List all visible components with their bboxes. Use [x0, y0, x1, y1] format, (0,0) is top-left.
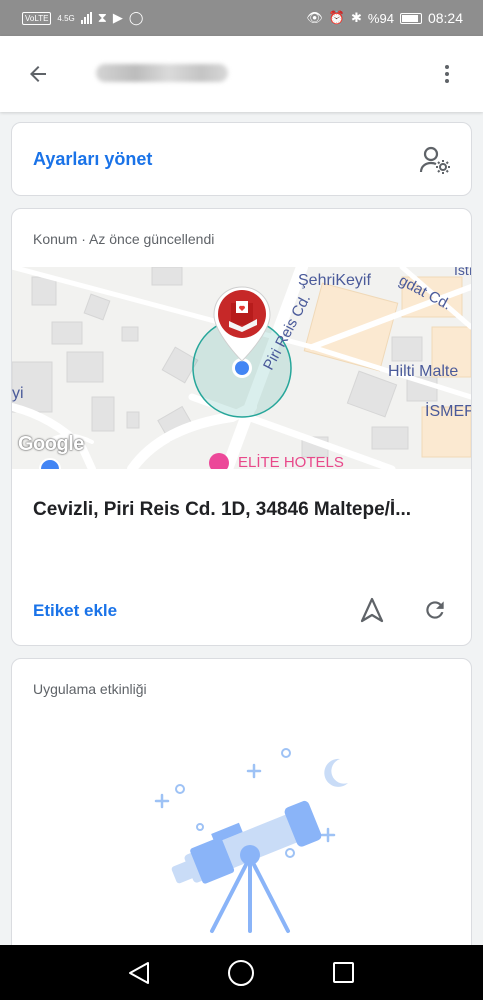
manage-settings-card[interactable]: Ayarları yönet [11, 122, 472, 196]
navigate-button[interactable] [357, 595, 387, 625]
refresh-icon [426, 601, 444, 619]
sync-icon: ◯ [128, 10, 144, 25]
network-type: 4.5G [57, 13, 75, 23]
map-label-ismef: İSMEF [425, 403, 471, 420]
map-label-ist: İstı [454, 267, 471, 278]
location-card: Konum · Az önce güncellendi ŞehriKeyif g… [11, 208, 472, 646]
eye-icon: 👁 [306, 10, 323, 25]
location-header: Konum · Az önce güncellendi [33, 231, 215, 247]
telescope-illustration [154, 748, 348, 933]
alarm-icon: ⏰ [328, 10, 346, 25]
system-nav-bar [0, 945, 483, 1000]
refresh-button[interactable] [420, 595, 450, 625]
map-label-yi: yi [12, 385, 24, 402]
contact-name-redacted [96, 64, 228, 82]
google-logo: Google [18, 433, 84, 455]
signal-icon [80, 12, 92, 24]
battery-icon [399, 12, 422, 24]
arrow-left-icon [30, 66, 46, 82]
activity-header: Uygulama etkinliği [33, 681, 147, 697]
map-label-sehrikeyif: ŞehriKeyif [298, 272, 371, 289]
back-button[interactable] [18, 54, 58, 94]
more-vert-icon [445, 65, 449, 83]
play-icon: ▶ [112, 10, 123, 25]
volte-indicator: VoLTE [22, 11, 52, 25]
clock: 08:24 [427, 10, 463, 26]
nav-home-icon[interactable] [228, 960, 254, 986]
location-pin-icon[interactable] [211, 285, 273, 363]
more-options-button[interactable] [427, 54, 467, 94]
battery-percent: %94 [367, 10, 394, 26]
app-bar [0, 36, 483, 112]
add-label-button[interactable]: Etiket ekle [33, 601, 117, 621]
location-map[interactable]: ŞehriKeyif gdat Cd. İstı Hilti Malte İSM… [12, 267, 471, 469]
manage-accounts-icon[interactable] [419, 145, 451, 175]
nav-back-icon[interactable] [126, 960, 152, 986]
map-label-hilti: Hilti Malte [388, 363, 459, 380]
status-bar: VoLTE 4.5G ⧗ ▶ ◯ 👁 ⏰ ✱ %94 08:24 [0, 0, 483, 36]
hourglass-icon: ⧗ [97, 10, 107, 25]
manage-settings-label[interactable]: Ayarları yönet [33, 149, 152, 170]
bluetooth-icon: ✱ [351, 10, 362, 25]
navigation-icon [360, 597, 384, 623]
nav-recents-icon[interactable] [333, 962, 354, 983]
address-text: Cevizli, Piri Reis Cd. 1D, 34846 Maltepe… [33, 499, 412, 520]
map-poi-hotel: ELİTE HOTELS [238, 454, 344, 469]
